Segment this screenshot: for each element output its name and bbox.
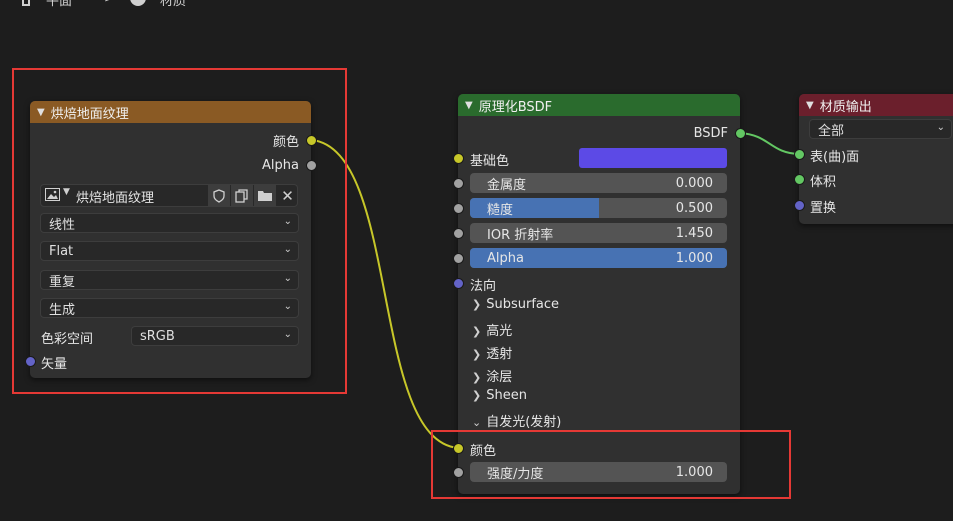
alpha-field[interactable]: Alpha 1.000 — [470, 248, 727, 268]
base-color-swatch[interactable] — [579, 148, 727, 168]
roughness-field[interactable]: 糙度 0.500 — [470, 198, 727, 218]
collapse-chevron-icon[interactable]: ▼ — [465, 100, 473, 111]
material-output-node[interactable]: ▼ 材质输出 全部 ⌄ 表(曲)面 体积 置换 — [794, 94, 953, 224]
bsdf-node-title: 原理化BSDF — [478, 99, 553, 115]
roughness-value: 0.500 — [675, 200, 713, 216]
panel-coat-label: 涂层 — [486, 370, 513, 385]
breadcrumb-object[interactable]: 平面 — [46, 0, 72, 9]
roughness-label: 糙度 — [487, 202, 514, 218]
bsdf-node-header[interactable]: ▼ 原理化BSDF — [458, 94, 740, 116]
metallic-value: 0.000 — [675, 175, 713, 191]
surface-input-label: 表(曲)面 — [810, 150, 860, 165]
chevron-right-icon: ❯ — [472, 371, 482, 384]
chevron-right-icon: ❯ — [472, 298, 482, 311]
chevron-down-icon: ⌄ — [472, 416, 482, 429]
chevron-down-icon: ⌄ — [936, 122, 945, 133]
alpha-socket[interactable] — [453, 253, 464, 264]
output-bsdf-row: BSDF — [458, 123, 740, 143]
chevron-right-icon: ❯ — [472, 348, 482, 361]
metallic-field[interactable]: 金属度 0.000 — [470, 173, 727, 193]
chevron-right-icon: ❯ — [472, 389, 482, 402]
metallic-socket[interactable] — [453, 178, 464, 189]
output-node-title: 材质输出 — [819, 99, 872, 115]
panel-subsurface[interactable]: ❯ Subsurface — [472, 297, 559, 312]
breadcrumb: 平面 > 材质 — [0, 0, 953, 9]
material-icon — [130, 0, 146, 6]
panel-sheen-label: Sheen — [486, 388, 527, 403]
volume-input-label: 体积 — [810, 175, 837, 190]
panel-emission-label: 自发光(发射) — [486, 415, 562, 430]
panel-transmission[interactable]: ❯ 透射 — [472, 343, 512, 362]
panel-sheen[interactable]: ❯ Sheen — [472, 388, 527, 403]
alpha-value: 1.000 — [675, 250, 713, 266]
highlight-image-node — [12, 68, 347, 394]
panel-subsurface-label: Subsurface — [486, 297, 560, 312]
panel-specular[interactable]: ❯ 高光 — [472, 320, 512, 339]
breadcrumb-separator: > — [104, 0, 114, 5]
ior-label: IOR 折射率 — [487, 227, 554, 243]
target-value: 全部 — [818, 123, 845, 139]
base-color-socket[interactable] — [453, 153, 464, 164]
output-bsdf-label: BSDF — [693, 125, 728, 141]
panel-coat[interactable]: ❯ 涂层 — [472, 366, 512, 385]
ior-field[interactable]: IOR 折射率 1.450 — [470, 223, 727, 243]
ior-value: 1.450 — [675, 225, 713, 241]
collapse-chevron-icon[interactable]: ▼ — [806, 100, 814, 111]
highlight-emission — [431, 430, 791, 499]
breadcrumb-material[interactable]: 材质 — [160, 0, 186, 9]
link-bsdf-to-surface — [739, 132, 800, 155]
panel-specular-label: 高光 — [486, 324, 513, 339]
roughness-socket[interactable] — [453, 203, 464, 214]
target-dropdown[interactable]: 全部 ⌄ — [809, 119, 952, 139]
displacement-input-label: 置换 — [810, 201, 837, 216]
panel-emission[interactable]: ⌄ 自发光(发射) — [472, 411, 561, 430]
alpha-label: Alpha — [487, 250, 524, 266]
output-bsdf-socket[interactable] — [735, 128, 746, 139]
base-color-label: 基础色 — [470, 154, 510, 169]
chevron-right-icon: ❯ — [472, 325, 482, 338]
displacement-input-socket[interactable] — [794, 200, 805, 211]
output-node-header[interactable]: ▼ 材质输出 — [799, 94, 953, 116]
normal-label: 法向 — [470, 279, 497, 294]
surface-input-socket[interactable] — [794, 149, 805, 160]
object-icon — [22, 0, 30, 6]
panel-transmission-label: 透射 — [486, 347, 513, 362]
ior-socket[interactable] — [453, 228, 464, 239]
metallic-label: 金属度 — [487, 177, 527, 193]
volume-input-socket[interactable] — [794, 174, 805, 185]
normal-socket[interactable] — [453, 278, 464, 289]
